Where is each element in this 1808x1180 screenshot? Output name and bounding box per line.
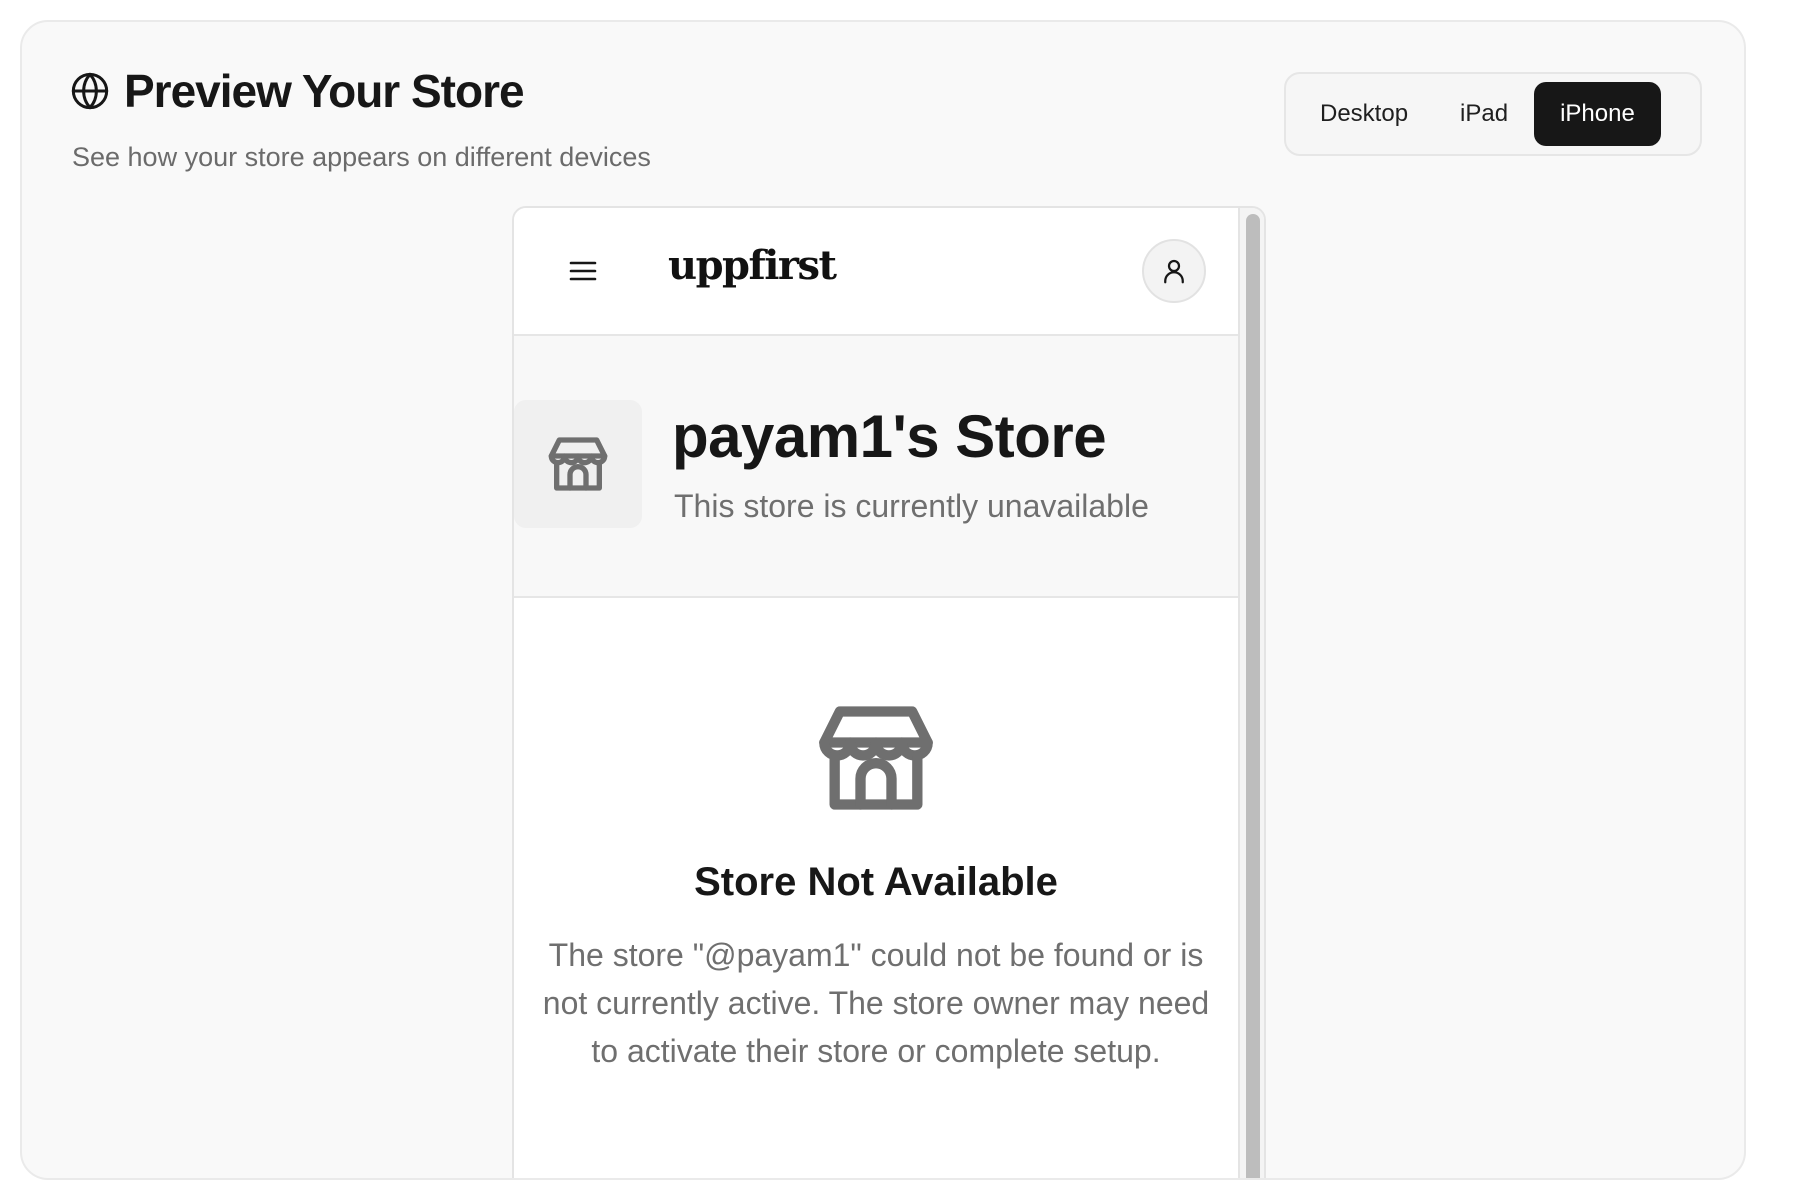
page-title: Preview Your Store <box>124 65 525 117</box>
preview-card: Preview Your Store See how your store ap… <box>20 20 1746 1180</box>
iphone-preview-frame: uppfirst payam1's Store This store is cu… <box>512 206 1266 1178</box>
page-subtitle: See how your store appears on different … <box>72 142 651 172</box>
globe-icon <box>71 72 109 110</box>
device-desktop-button[interactable]: Desktop <box>1294 82 1434 146</box>
preview-scrollbar[interactable] <box>1238 208 1264 1178</box>
device-iphone-button[interactable]: iPhone <box>1534 82 1661 146</box>
empty-state-message: The store "@payam1" could not be found o… <box>542 937 1210 1069</box>
store-navbar: uppfirst <box>514 208 1238 336</box>
store-banner: payam1's Store This store is currently u… <box>514 336 1238 598</box>
store-preview-content: uppfirst payam1's Store This store is cu… <box>514 208 1238 1178</box>
storefront-icon <box>819 706 933 810</box>
header-title-row: Preview Your Store <box>70 65 525 117</box>
store-status: This store is currently unavailable <box>674 488 1149 524</box>
account-button[interactable] <box>1142 239 1206 303</box>
hamburger-menu-icon[interactable] <box>568 258 598 284</box>
store-avatar <box>514 400 642 528</box>
user-icon <box>1164 259 1184 284</box>
store-name: payam1's Store <box>672 403 1107 470</box>
brand-logo[interactable]: uppfirst <box>668 242 837 289</box>
device-ipad-button[interactable]: iPad <box>1434 82 1534 146</box>
device-switcher: Desktop iPad iPhone <box>1284 72 1702 156</box>
empty-state-title: Store Not Available <box>694 860 1058 904</box>
preview-scrollbar-thumb[interactable] <box>1246 214 1260 1178</box>
storefront-icon <box>548 437 608 491</box>
store-unavailable-state: Store Not Available The store "@payam1" … <box>514 598 1238 1075</box>
